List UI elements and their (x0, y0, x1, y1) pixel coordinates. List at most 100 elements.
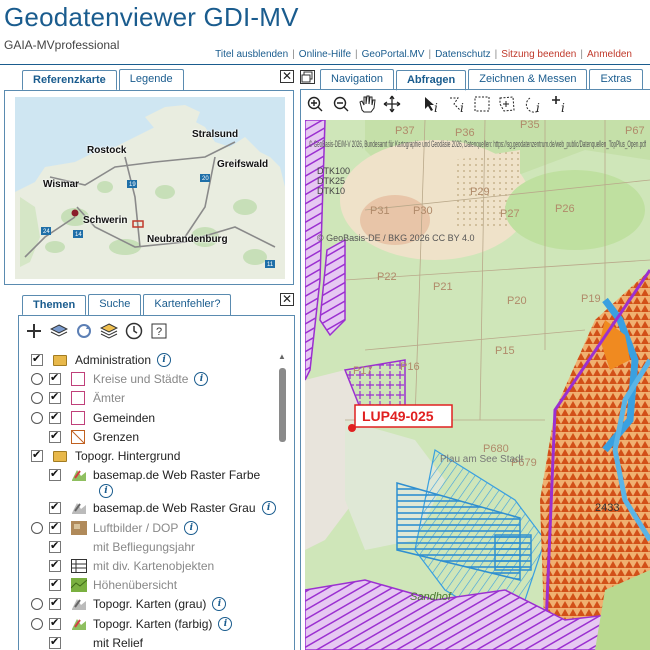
tree-item[interactable]: basemap.de Web Raster Farbei (31, 466, 260, 499)
help-icon[interactable]: ? (149, 321, 169, 341)
parcel-label: P67 (625, 125, 645, 137)
layers-icon[interactable] (49, 321, 69, 341)
tree-item-label: Ämter (93, 391, 126, 406)
add-layer-icon[interactable] (24, 321, 44, 341)
main-map-graphic: P37 P36 P35 P67 P29 P31 P30 P27 P26 P22 … (305, 120, 650, 650)
tree-scrollbar[interactable]: ▲ (277, 352, 287, 650)
polygon-query-icon[interactable] (499, 96, 515, 112)
tree-item[interactable]: mit div. Kartenobjekten (31, 557, 214, 575)
layer-checkbox[interactable] (49, 500, 61, 515)
app-subtitle: GAIA-MVprofessional (4, 38, 120, 52)
layer-radio[interactable] (31, 373, 43, 386)
parcel-label: P17 (353, 365, 373, 377)
layer-checkbox[interactable] (49, 635, 61, 649)
tree-item[interactable]: basemap.de Web Raster Grau i (31, 499, 276, 517)
tree-item[interactable]: Administration i (31, 351, 172, 369)
info-icon[interactable]: i (212, 597, 227, 612)
layer-checkbox[interactable] (49, 539, 61, 553)
layer-checkbox[interactable] (49, 429, 61, 443)
header-link[interactable]: Online-Hilfe (299, 49, 351, 60)
dtk-label: DTK10 (317, 186, 345, 196)
layer-radio[interactable] (31, 392, 43, 405)
tree-item[interactable]: Gemeinden (31, 409, 155, 427)
tab-themen[interactable]: Themen (22, 295, 87, 316)
tree-item[interactable]: Ämter (31, 389, 125, 407)
info-icon[interactable]: i (194, 372, 209, 387)
info-icon[interactable]: i (157, 353, 172, 367)
layer-checkbox[interactable] (49, 410, 61, 424)
info-icon[interactable]: i (99, 484, 113, 499)
close-themes-panel-button[interactable]: ✕ (280, 293, 294, 306)
layer-checkbox[interactable] (49, 596, 61, 611)
reference-map-panel: 19 20 24 14 11 Stralsund Rostock Greifsw… (4, 90, 294, 285)
pan-hand-icon[interactable] (359, 95, 376, 113)
header-link[interactable]: Datenschutz (435, 49, 491, 60)
boundary-style-icon (71, 429, 93, 444)
layer-checkbox[interactable] (49, 616, 61, 630)
point-query-icon[interactable]: i (552, 96, 565, 115)
scroll-up-icon[interactable]: ▲ (278, 352, 286, 361)
layer-checkbox[interactable] (49, 558, 61, 572)
svg-text:14: 14 (75, 232, 82, 238)
info-query-icon[interactable]: i (425, 97, 438, 115)
parcel-label: P27 (500, 208, 520, 220)
app-title: Geodatenviewer GDI-MV (4, 2, 299, 32)
info-icon[interactable]: i (261, 501, 276, 516)
tree-item[interactable]: Topogr. Karten (farbig) i (31, 615, 233, 633)
scroll-thumb[interactable] (279, 368, 286, 442)
layer-checkbox[interactable] (49, 371, 61, 386)
tree-item[interactable]: Grenzen (31, 428, 139, 446)
clock-icon[interactable] (124, 321, 144, 341)
tree-item[interactable]: mit Befliegungsjahr (31, 538, 195, 556)
tab-suche[interactable]: Suche (88, 294, 142, 315)
place-label: Sandhof (410, 591, 452, 603)
refresh-layers-icon[interactable] (74, 321, 94, 341)
polygon-style-icon (71, 372, 93, 387)
themes-tabs: Themen Suche Kartenfehler? (22, 294, 233, 316)
layer-radio[interactable] (31, 521, 43, 534)
tab-navigation[interactable]: Navigation (320, 69, 394, 90)
tree-item[interactable]: mit Relief (31, 634, 143, 650)
reference-map[interactable]: 19 20 24 14 11 Stralsund Rostock Greifsw… (15, 97, 285, 279)
maximize-map-icon[interactable] (300, 70, 315, 84)
zoom-in-icon[interactable] (307, 96, 323, 112)
tab-zeichnen-messen[interactable]: Zeichnen & Messen (468, 69, 588, 90)
ref-tabs: Referenzkarte Legende (22, 69, 186, 91)
header-link[interactable]: GeoPortal.MV (362, 49, 425, 60)
layer-checkbox[interactable] (31, 448, 43, 462)
layer-checkbox[interactable] (49, 577, 61, 592)
header-link[interactable]: Sitzung beenden (501, 49, 576, 60)
layer-radio[interactable] (31, 617, 43, 630)
layer-stack-icon[interactable] (99, 321, 119, 341)
tab-abfragen[interactable]: Abfragen (395, 70, 467, 91)
layer-radio[interactable] (31, 598, 43, 611)
tree-item[interactable]: Topogr. Hintergrund (31, 447, 180, 465)
close-ref-panel-button[interactable]: ✕ (280, 70, 294, 83)
layer-checkbox[interactable] (31, 352, 43, 366)
layer-checkbox[interactable] (49, 467, 61, 482)
info-icon[interactable]: i (218, 616, 233, 631)
tab-referenzkarte[interactable]: Referenzkarte (22, 70, 117, 91)
layer-radio[interactable] (31, 411, 43, 424)
tree-item[interactable]: Luftbilder / DOP i (31, 519, 199, 537)
tree-item[interactable]: Kreise und Städte i (31, 370, 209, 388)
link-separator: | (580, 49, 583, 60)
rectangle-query-icon[interactable] (474, 96, 490, 112)
tab-extras[interactable]: Extras (589, 69, 643, 90)
zoom-out-icon[interactable] (333, 96, 349, 112)
tree-item[interactable]: Höhenübersicht (31, 576, 177, 594)
dtk-label: DTK25 (317, 176, 345, 186)
header-link[interactable]: Anmelden (587, 49, 632, 60)
layer-checkbox[interactable] (49, 390, 61, 405)
header-link[interactable]: Titel ausblenden (215, 49, 288, 60)
info-icon[interactable]: i (184, 520, 199, 535)
main-map[interactable]: P37 P36 P35 P67 P29 P31 P30 P27 P26 P22 … (305, 120, 650, 650)
tree-item-label: Administration (75, 353, 152, 367)
tab-legende[interactable]: Legende (118, 69, 184, 90)
circle-query-icon[interactable]: i (525, 97, 540, 115)
tab-kartenfehler[interactable]: Kartenfehler? (143, 294, 232, 315)
polyline-query-icon[interactable]: i (450, 97, 464, 115)
tree-item[interactable]: Topogr. Karten (grau) i (31, 595, 227, 613)
move-icon[interactable] (383, 95, 401, 113)
layer-checkbox[interactable] (49, 520, 61, 534)
